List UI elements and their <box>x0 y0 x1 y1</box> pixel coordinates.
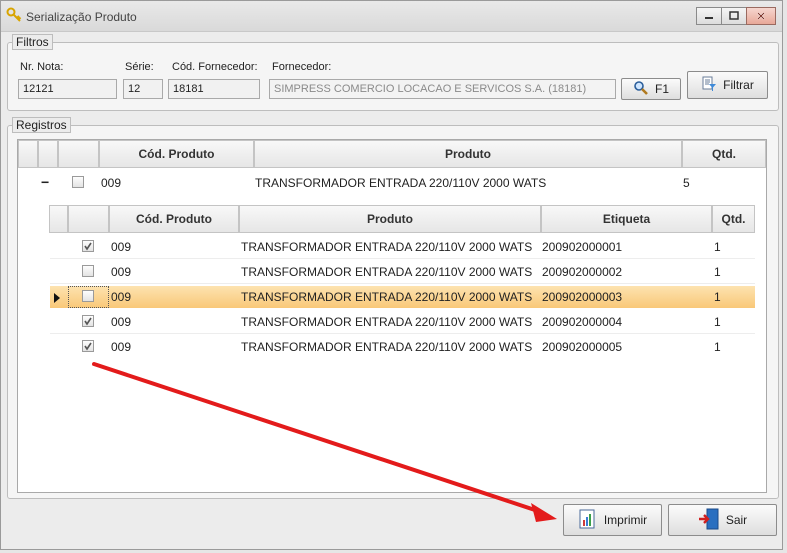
printer-report-icon <box>578 509 598 532</box>
child-header-etiqueta[interactable]: Etiqueta <box>541 205 712 233</box>
row-checkbox[interactable] <box>82 315 94 327</box>
row-checkbox[interactable] <box>82 265 94 277</box>
row-qtd: 1 <box>714 315 721 329</box>
header-blank-2 <box>38 140 58 168</box>
header-blank-1 <box>18 140 38 168</box>
fornecedor-field: SIMPRESS COMERCIO LOCACAO E SERVICOS S.A… <box>269 79 616 99</box>
row-produto: TRANSFORMADOR ENTRADA 220/110V 2000 WATS <box>241 240 533 254</box>
search-fornecedor-button[interactable]: F1 <box>621 78 681 100</box>
sair-button-label: Sair <box>725 513 748 527</box>
cod-fornecedor-label: Cód. Fornecedor: <box>172 61 258 73</box>
row-qtd: 1 <box>714 265 721 279</box>
serie-field[interactable]: 12 <box>123 79 163 99</box>
registros-legend: Registros <box>12 117 71 133</box>
search-button-label: F1 <box>654 82 669 96</box>
filtros-legend: Filtros <box>12 34 53 50</box>
filtrar-button-label: Filtrar <box>723 78 754 92</box>
filtrar-button[interactable]: Filtrar <box>687 71 768 99</box>
row-cod-produto: 009 <box>111 265 132 279</box>
magnifier-icon <box>633 80 649 99</box>
row-produto: TRANSFORMADOR ENTRADA 220/110V 2000 WATS <box>241 315 533 329</box>
imprimir-button-label: Imprimir <box>603 513 648 527</box>
child-header-produto[interactable]: Produto <box>239 205 541 233</box>
maximize-button[interactable] <box>721 7 747 25</box>
row-cod-produto: 009 <box>111 290 132 304</box>
row-etiqueta: 200902000002 <box>542 265 623 279</box>
row-separator <box>50 283 755 284</box>
cod-fornecedor-field[interactable]: 18181 <box>168 79 260 99</box>
window-title: Serialização Produto <box>26 10 137 24</box>
filter-icon <box>701 76 717 95</box>
row-cod-produto: 009 <box>111 315 132 329</box>
row-etiqueta: 200902000001 <box>542 240 623 254</box>
nr-nota-field[interactable]: 12121 <box>18 79 117 99</box>
parent-qtd: 5 <box>683 176 690 190</box>
row-separator <box>50 258 755 259</box>
child-header-cod-produto[interactable]: Cód. Produto <box>109 205 239 233</box>
child-header-qtd[interactable]: Qtd. <box>712 205 755 233</box>
child-header-blank-1 <box>49 205 68 233</box>
row-etiqueta: 200902000005 <box>542 340 623 354</box>
row-qtd: 1 <box>714 340 721 354</box>
keys-icon <box>6 7 22 23</box>
header-produto[interactable]: Produto <box>254 140 682 168</box>
row-cod-produto: 009 <box>111 240 132 254</box>
header-blank-3 <box>58 140 99 168</box>
parent-checkbox[interactable] <box>72 176 84 188</box>
minimize-icon <box>705 17 713 19</box>
row-separator <box>50 333 755 334</box>
fornecedor-label: Fornecedor: <box>272 61 332 73</box>
header-qtd[interactable]: Qtd. <box>682 140 766 168</box>
row-qtd: 1 <box>714 240 721 254</box>
checkmark-icon <box>84 242 92 251</box>
minimize-button[interactable] <box>696 7 722 25</box>
row-produto: TRANSFORMADOR ENTRADA 220/110V 2000 WATS <box>241 265 533 279</box>
sair-button[interactable]: Sair <box>668 504 777 536</box>
title-bar[interactable]: Serialização Produto <box>1 1 782 32</box>
exit-door-icon <box>698 508 720 533</box>
checkmark-icon <box>84 342 92 351</box>
row-etiqueta: 200902000004 <box>542 315 623 329</box>
row-produto: TRANSFORMADOR ENTRADA 220/110V 2000 WATS <box>241 290 533 304</box>
serie-label: Série: <box>125 61 154 73</box>
nr-nota-label: Nr. Nota: <box>20 61 64 73</box>
row-etiqueta: 200902000003 <box>542 290 623 304</box>
row-cod-produto: 009 <box>111 340 132 354</box>
parent-cod-produto: 009 <box>101 176 122 190</box>
maximize-icon <box>729 11 739 20</box>
header-cod-produto[interactable]: Cód. Produto <box>99 140 254 168</box>
child-header-blank-2 <box>68 205 109 233</box>
row-produto: TRANSFORMADOR ENTRADA 220/110V 2000 WATS <box>241 340 533 354</box>
row-checkbox[interactable] <box>82 240 94 252</box>
serializacao-window: Serialização Produto Filtros Nr. Nota: 1… <box>0 0 783 550</box>
close-icon <box>757 12 765 20</box>
collapse-toggle[interactable]: − <box>41 174 49 190</box>
close-button[interactable] <box>746 7 776 25</box>
row-checkbox[interactable] <box>82 340 94 352</box>
row-pointer-icon <box>54 292 60 306</box>
checkmark-icon <box>84 317 92 326</box>
imprimir-button[interactable]: Imprimir <box>563 504 662 536</box>
parent-produto: TRANSFORMADOR ENTRADA 220/110V 2000 WATS <box>255 176 547 190</box>
row-checkbox[interactable] <box>82 290 94 302</box>
row-qtd: 1 <box>714 290 721 304</box>
